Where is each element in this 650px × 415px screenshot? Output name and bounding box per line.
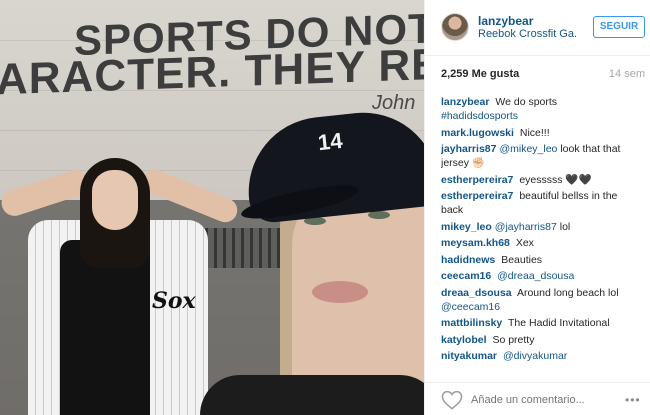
comments-list[interactable]: lanzybear We do sports #hadidsdosports m… xyxy=(441,95,641,375)
author-username[interactable]: lanzybear xyxy=(478,14,533,28)
comment-username[interactable]: nityakumar xyxy=(441,350,497,362)
comment-username[interactable]: lanzybear xyxy=(441,96,489,108)
comment-username[interactable]: mattbilinsky xyxy=(441,317,502,329)
wall-signature: John xyxy=(372,92,416,114)
add-comment-input[interactable] xyxy=(471,391,621,409)
post-photo[interactable]: SPORTS DO NOT B ARACTER. THEY REVEA John… xyxy=(0,0,424,415)
comment-text: Nice!!! xyxy=(519,126,550,139)
hashtag-link[interactable]: #hadidsdosports xyxy=(441,109,641,123)
mention-link[interactable]: @dreaa_dsousa xyxy=(497,270,574,282)
person-right: 14 xyxy=(200,105,424,415)
face xyxy=(92,170,138,230)
comment-username[interactable]: jayharris87 xyxy=(441,143,496,155)
lips xyxy=(312,281,368,303)
instagram-post-modal: SPORTS DO NOT B ARACTER. THEY REVEA John… xyxy=(0,0,650,415)
more-options-button[interactable]: ••• xyxy=(625,393,641,407)
comment-username[interactable]: estherpereira7 xyxy=(441,190,513,202)
comment-text: Beauties xyxy=(501,253,543,266)
comment-username[interactable]: estherpereira7 xyxy=(441,174,513,186)
comment-text: The Hadid Invitational xyxy=(508,317,610,329)
arm xyxy=(0,166,92,220)
comment-item: dreaa_dsousa Around long beach lol @ceec… xyxy=(441,286,641,314)
cap-logo: 14 xyxy=(316,127,344,156)
likes-count[interactable]: 2,259 Me gusta xyxy=(441,68,519,80)
comment-item: estherpereira7 beautiful bellss in the b… xyxy=(441,189,641,217)
post-location[interactable]: Reebok Crossfit Ga... xyxy=(478,28,578,40)
comment-text: Xex xyxy=(515,237,534,249)
comment-username[interactable]: mark.lugowski xyxy=(441,127,514,139)
post-side-panel: lanzybear Reebok Crossfit Ga... SEGUIR 2… xyxy=(424,0,650,415)
comment-item: nityakumar @divyakumar xyxy=(441,349,641,363)
comment-username[interactable]: dreaa_dsousa xyxy=(441,287,512,299)
comment-item: katylobel So pretty xyxy=(441,333,641,347)
jacket xyxy=(200,375,424,415)
comment-item: ceecam16 @dreaa_dsousa xyxy=(441,269,641,283)
post-stats: 2,259 Me gusta 14 sem xyxy=(441,68,645,84)
post-timestamp[interactable]: 14 sem xyxy=(609,68,645,80)
comment-username[interactable]: katylobel xyxy=(441,334,487,346)
comment-item: hadidnews Beauties xyxy=(441,253,641,267)
comment-text: Around long beach lol xyxy=(516,286,619,299)
comment-text: eyesssss 🖤🖤 xyxy=(519,173,592,186)
comment-item: estherpereira7 eyesssss 🖤🖤 xyxy=(441,173,641,187)
eye xyxy=(368,211,390,219)
mention-link[interactable]: @divyakumar xyxy=(503,350,567,362)
comment-username[interactable]: meysam.kh68 xyxy=(441,237,510,249)
comment-username[interactable]: hadidnews xyxy=(441,254,495,266)
comment-item: lanzybear We do sports #hadidsdosports xyxy=(441,95,641,123)
comment-text: So pretty xyxy=(492,333,535,346)
follow-button[interactable]: SEGUIR xyxy=(593,16,645,38)
arm xyxy=(139,166,241,226)
person-left: Sox xyxy=(0,150,250,415)
avatar[interactable] xyxy=(441,13,469,41)
post-header: lanzybear Reebok Crossfit Ga... SEGUIR xyxy=(425,0,650,56)
wall-lettering-line2: ARACTER. THEY REVEA xyxy=(0,36,424,105)
jersey-logo: Sox xyxy=(152,288,196,314)
mention-link[interactable]: @jayharris87 xyxy=(495,221,557,233)
comment-bar: ••• xyxy=(425,382,650,415)
comment-text: lol xyxy=(556,220,571,233)
comment-username[interactable]: mikey_leo xyxy=(441,221,492,233)
mention-link[interactable]: @mikey_leo xyxy=(499,143,557,155)
comment-item: jayharris87 @mikey_leo look that that jer… xyxy=(441,142,641,170)
mention-link[interactable]: @ceecam16 xyxy=(441,300,641,314)
comment-text: We do sports xyxy=(495,96,558,108)
comment-item: meysam.kh68 Xex xyxy=(441,236,641,250)
heart-icon[interactable] xyxy=(441,390,463,410)
comment-item: mattbilinsky The Hadid Invitational xyxy=(441,316,641,330)
comment-item: mark.lugowski Nice!!! xyxy=(441,126,641,140)
comment-item: mikey_leo @jayharris87 lol xyxy=(441,220,641,234)
comment-username[interactable]: ceecam16 xyxy=(441,270,491,282)
